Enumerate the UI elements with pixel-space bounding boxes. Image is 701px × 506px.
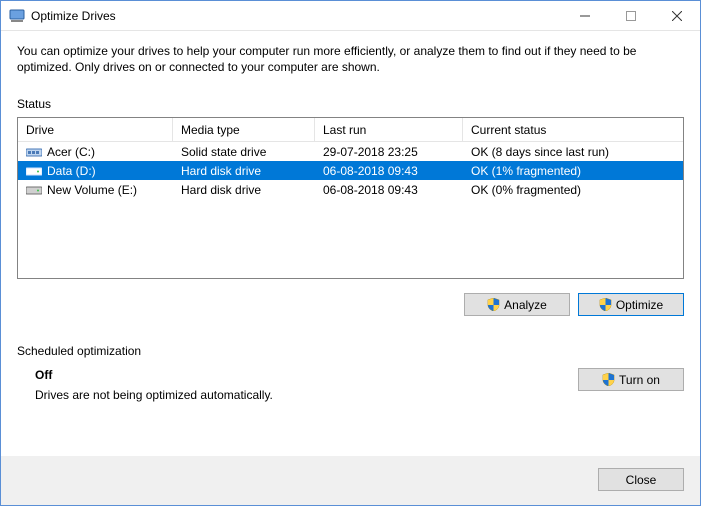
- current-status: OK (1% fragmented): [463, 161, 683, 180]
- last-run: 06-08-2018 09:43: [315, 180, 463, 199]
- last-run: 06-08-2018 09:43: [315, 161, 463, 180]
- last-run: 29-07-2018 23:25: [315, 142, 463, 161]
- table-row[interactable]: New Volume (E:) Hard disk drive06-08-2018…: [18, 180, 683, 199]
- window-controls: [562, 1, 700, 30]
- turn-on-button[interactable]: Turn on: [578, 368, 684, 391]
- col-status[interactable]: Current status: [463, 118, 683, 142]
- turn-on-label: Turn on: [619, 373, 660, 387]
- current-status: OK (8 days since last run): [463, 142, 683, 161]
- sched-desc: Drives are not being optimized automatic…: [35, 388, 578, 402]
- table-header: Drive Media type Last run Current status: [18, 118, 683, 142]
- analyze-button[interactable]: Analyze: [464, 293, 570, 316]
- optimize-drives-window: Optimize Drives You can optimize your dr…: [0, 0, 701, 506]
- table-row[interactable]: Acer (C:) Solid state drive29-07-2018 23:…: [18, 142, 683, 161]
- app-icon: [9, 8, 25, 24]
- minimize-button[interactable]: [562, 1, 608, 30]
- window-title: Optimize Drives: [31, 9, 116, 23]
- optimize-button[interactable]: Optimize: [578, 293, 684, 316]
- shield-icon: [599, 298, 612, 311]
- analyze-label: Analyze: [504, 298, 547, 312]
- titlebar: Optimize Drives: [1, 1, 700, 31]
- drive-icon: [26, 184, 42, 196]
- media-type: Hard disk drive: [173, 180, 315, 199]
- status-label: Status: [17, 97, 684, 111]
- intro-text: You can optimize your drives to help you…: [17, 43, 684, 75]
- media-type: Hard disk drive: [173, 161, 315, 180]
- close-button[interactable]: Close: [598, 468, 684, 491]
- close-label: Close: [626, 473, 657, 487]
- media-type: Solid state drive: [173, 142, 315, 161]
- optimize-label: Optimize: [616, 298, 663, 312]
- drives-table[interactable]: Drive Media type Last run Current status…: [17, 117, 684, 279]
- drive-name: Acer (C:): [47, 145, 95, 159]
- drive-icon: [26, 146, 42, 158]
- drive-name: Data (D:): [47, 164, 96, 178]
- drive-name: New Volume (E:): [47, 183, 137, 197]
- maximize-button[interactable]: [608, 1, 654, 30]
- col-drive[interactable]: Drive: [18, 118, 173, 142]
- sched-label: Scheduled optimization: [17, 344, 684, 358]
- drive-icon: [26, 165, 42, 177]
- shield-icon: [602, 373, 615, 386]
- sched-state: Off: [35, 368, 578, 382]
- shield-icon: [487, 298, 500, 311]
- col-last[interactable]: Last run: [315, 118, 463, 142]
- close-window-button[interactable]: [654, 1, 700, 30]
- current-status: OK (0% fragmented): [463, 180, 683, 199]
- col-media[interactable]: Media type: [173, 118, 315, 142]
- table-row[interactable]: Data (D:) Hard disk drive06-08-2018 09:43…: [18, 161, 683, 180]
